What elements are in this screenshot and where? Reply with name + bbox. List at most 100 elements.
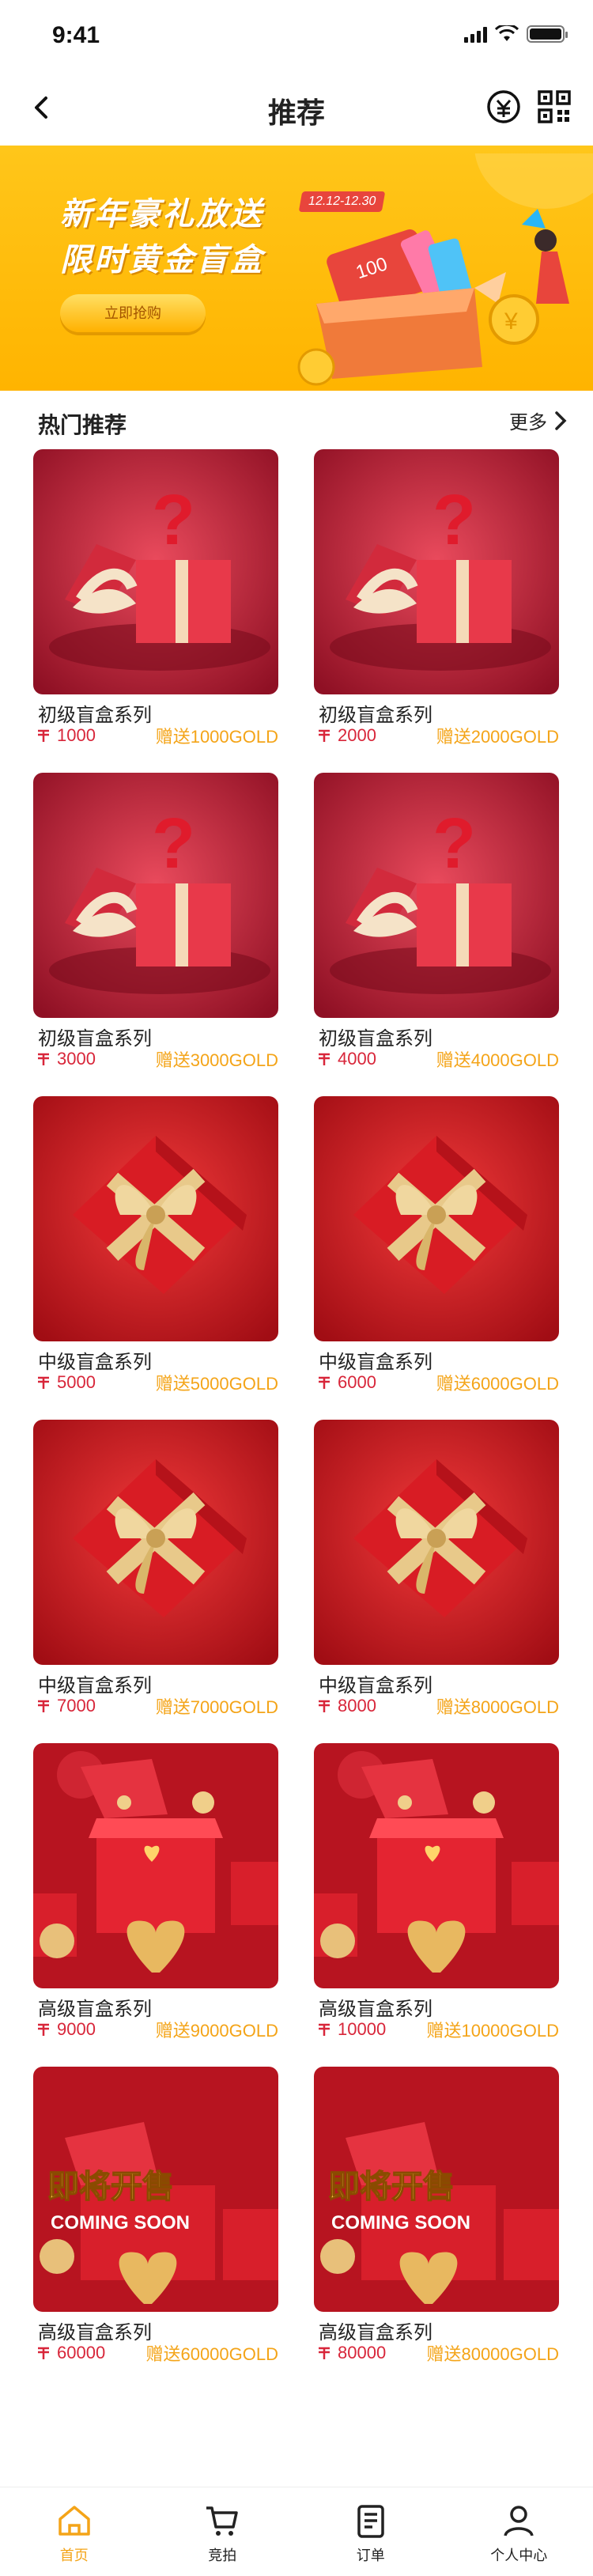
product-price-row: 5000 赠送5000GOLD bbox=[36, 1371, 278, 1394]
token-currency-icon bbox=[38, 2347, 49, 2359]
status-icons bbox=[464, 25, 568, 43]
product-price: 80000 bbox=[317, 2343, 386, 2363]
product-price: 6000 bbox=[317, 1372, 376, 1393]
more-link[interactable]: 更多 bbox=[509, 407, 569, 434]
product-image[interactable]: 即将开售 COMING SOON bbox=[33, 2067, 278, 2312]
gift-box-illustration-icon: 100 ¥ bbox=[297, 153, 593, 386]
promo-banner[interactable]: 新年豪礼放送 限时黄金盲盒 12.12-12.30 立即抢购 100 ¥ bbox=[0, 146, 593, 391]
cart-icon bbox=[206, 2506, 238, 2536]
banner-line2: 限时黄金盲盒 bbox=[60, 243, 264, 278]
product-gift: 赠送10000GOLD bbox=[426, 2021, 559, 2041]
product-card[interactable]: ? 初级盲盒系列 2000 赠送2000GOLD bbox=[314, 449, 559, 755]
product-card[interactable]: ? 初级盲盒系列 3000 赠送3000GOLD bbox=[33, 773, 278, 1078]
more-link-label: 更多 bbox=[509, 412, 547, 433]
product-price: 8000 bbox=[317, 1696, 376, 1716]
token-currency-icon bbox=[38, 729, 49, 742]
svg-text:¥: ¥ bbox=[504, 308, 518, 335]
qr-code-icon[interactable] bbox=[536, 89, 572, 125]
product-image[interactable] bbox=[33, 1420, 278, 1665]
product-price-row: 60000 赠送60000GOLD bbox=[36, 2342, 278, 2364]
product-card[interactable]: 高级盲盒系列 10000 赠送10000GOLD bbox=[314, 1743, 559, 2048]
product-card[interactable]: 中级盲盒系列 5000 赠送5000GOLD bbox=[33, 1096, 278, 1401]
tab-profile-label: 个人中心 bbox=[490, 2548, 548, 2563]
product-price-value: 7000 bbox=[57, 1696, 96, 1715]
status-bar: 9:41 bbox=[0, 0, 593, 70]
product-image[interactable] bbox=[314, 1420, 559, 1665]
token-currency-icon bbox=[319, 1053, 330, 1065]
product-card[interactable]: ? 初级盲盒系列 1000 赠送1000GOLD bbox=[33, 449, 278, 755]
product-price-value: 3000 bbox=[57, 1049, 96, 1069]
product-price-value: 1000 bbox=[57, 725, 96, 745]
product-gift: 赠送7000GOLD bbox=[155, 1697, 278, 1717]
tab-profile[interactable]: 个人中心 bbox=[445, 2487, 593, 2576]
product-gift: 赠送8000GOLD bbox=[436, 1697, 559, 1717]
hot-recommend-section: 热门推荐 更多 ? 初级盲盒系列 1000 赠送1000GOLD ? 初级盲盒系… bbox=[0, 391, 593, 2487]
product-price-value: 5000 bbox=[57, 1372, 96, 1392]
product-price-value: 2000 bbox=[338, 725, 376, 745]
chevron-right-icon bbox=[555, 410, 567, 430]
product-card[interactable]: 中级盲盒系列 7000 赠送7000GOLD bbox=[33, 1420, 278, 1725]
product-image[interactable] bbox=[314, 1743, 559, 1988]
svg-text:?: ? bbox=[152, 481, 195, 560]
product-price: 7000 bbox=[36, 1696, 96, 1716]
product-price-row: 9000 赠送9000GOLD bbox=[36, 2018, 278, 2041]
product-price-row: 80000 赠送80000GOLD bbox=[317, 2342, 559, 2364]
svg-text:?: ? bbox=[432, 804, 476, 883]
coming-soon-subtitle: COMING SOON bbox=[51, 2212, 190, 2234]
user-icon bbox=[504, 2506, 534, 2536]
product-image[interactable]: 即将开售 COMING SOON bbox=[314, 2067, 559, 2312]
token-currency-icon bbox=[319, 1376, 330, 1389]
tab-home[interactable]: 首页 bbox=[0, 2487, 149, 2576]
product-name: 中级盲盒系列 bbox=[319, 1675, 432, 1697]
product-name: 初级盲盒系列 bbox=[319, 705, 432, 726]
product-name: 初级盲盒系列 bbox=[319, 1028, 432, 1050]
section-title: 热门推荐 bbox=[38, 413, 127, 437]
product-image[interactable]: ? bbox=[33, 449, 278, 694]
product-price-value: 6000 bbox=[338, 1372, 376, 1392]
tab-orders[interactable]: 订单 bbox=[296, 2487, 445, 2576]
token-currency-icon bbox=[319, 729, 330, 742]
product-card[interactable]: 即将开售 COMING SOON 高级盲盒系列 80000 赠送80000GOL… bbox=[314, 2067, 559, 2372]
coin-exchange-icon[interactable] bbox=[485, 89, 522, 125]
svg-text:?: ? bbox=[432, 481, 476, 560]
product-image[interactable]: ? bbox=[314, 773, 559, 1018]
product-name: 中级盲盒系列 bbox=[38, 1675, 152, 1697]
product-image[interactable]: ? bbox=[314, 449, 559, 694]
product-image[interactable] bbox=[33, 1096, 278, 1341]
order-icon bbox=[357, 2505, 384, 2538]
product-card[interactable]: 中级盲盒系列 6000 赠送6000GOLD bbox=[314, 1096, 559, 1401]
product-price-row: 1000 赠送1000GOLD bbox=[36, 724, 278, 747]
wifi-icon bbox=[495, 25, 519, 41]
product-image[interactable] bbox=[33, 1743, 278, 1988]
svg-text:?: ? bbox=[152, 804, 195, 883]
product-price-value: 4000 bbox=[338, 1049, 376, 1069]
tab-home-label: 首页 bbox=[59, 2548, 89, 2563]
token-currency-icon bbox=[38, 1700, 49, 1712]
product-gift: 赠送9000GOLD bbox=[155, 2021, 278, 2041]
product-price-row: 2000 赠送2000GOLD bbox=[317, 724, 559, 747]
product-price: 5000 bbox=[36, 1372, 96, 1393]
banner-line1: 新年豪礼放送 bbox=[60, 197, 264, 232]
product-price: 2000 bbox=[317, 725, 376, 746]
product-price-value: 80000 bbox=[338, 2343, 387, 2362]
product-card[interactable]: ? 初级盲盒系列 4000 赠送4000GOLD bbox=[314, 773, 559, 1078]
token-currency-icon bbox=[319, 2347, 330, 2359]
tab-orders-label: 订单 bbox=[356, 2548, 385, 2563]
product-card[interactable]: 高级盲盒系列 9000 赠送9000GOLD bbox=[33, 1743, 278, 2048]
coming-soon-title: 即将开售 bbox=[328, 2169, 455, 2205]
product-image[interactable] bbox=[314, 1096, 559, 1341]
coming-soon-subtitle: COMING SOON bbox=[331, 2212, 470, 2234]
product-price-row: 10000 赠送10000GOLD bbox=[317, 2018, 559, 2041]
product-gift: 赠送6000GOLD bbox=[436, 1374, 559, 1394]
product-card[interactable]: 中级盲盒系列 8000 赠送8000GOLD bbox=[314, 1420, 559, 1725]
product-name: 中级盲盒系列 bbox=[38, 1352, 152, 1373]
product-name: 初级盲盒系列 bbox=[38, 705, 152, 726]
tab-auction[interactable]: 竞拍 bbox=[149, 2487, 297, 2576]
buy-now-button[interactable]: 立即抢购 bbox=[60, 294, 206, 332]
product-price-row: 3000 赠送3000GOLD bbox=[36, 1048, 278, 1070]
product-gift: 赠送80000GOLD bbox=[426, 2344, 559, 2364]
product-card[interactable]: 即将开售 COMING SOON 高级盲盒系列 60000 赠送60000GOL… bbox=[33, 2067, 278, 2372]
product-gift: 赠送2000GOLD bbox=[436, 727, 559, 747]
product-image[interactable]: ? bbox=[33, 773, 278, 1018]
product-price: 10000 bbox=[317, 2019, 386, 2040]
